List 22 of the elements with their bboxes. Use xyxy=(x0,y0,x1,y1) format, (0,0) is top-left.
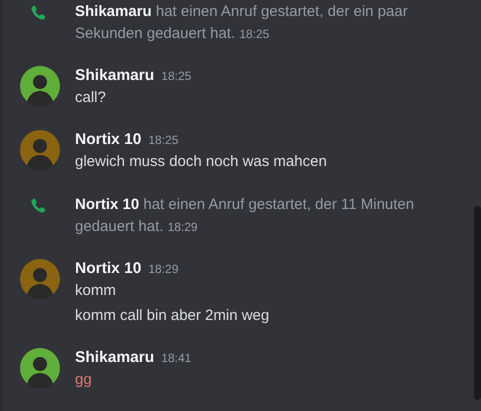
username[interactable]: Nortix 10 xyxy=(75,258,142,280)
message-text: gg xyxy=(75,370,93,390)
avatar[interactable] xyxy=(20,259,60,299)
message-text: komm xyxy=(75,281,117,301)
scrollbar-thumb[interactable] xyxy=(474,206,481,400)
call-message: Nortix 10 hat einen Anruf gestartet, der 11 Minuten gedauert hat. 18:29 xyxy=(75,195,416,237)
message-text: call? xyxy=(75,88,107,108)
avatar[interactable] xyxy=(20,130,60,170)
avatar[interactable] xyxy=(20,348,60,388)
timestamp: 18:41 xyxy=(161,350,192,367)
timestamp: 18:25 xyxy=(161,68,192,85)
avatar[interactable] xyxy=(20,66,60,106)
call-message: Shikamaru hat einen Anruf gestartet, der ein paar Sekunden gedauert hat. 18:25 xyxy=(75,2,409,44)
username[interactable]: Nortix 10 xyxy=(75,129,142,151)
phone-icon xyxy=(29,4,47,22)
username[interactable]: Shikamaru xyxy=(75,347,154,369)
timestamp: 18:29 xyxy=(148,261,178,278)
timestamp: 18:25 xyxy=(148,132,178,149)
phone-icon xyxy=(29,197,47,215)
message-text: glewich muss doch noch was mahcen xyxy=(75,152,328,172)
message-text: komm call bin aber 2min weg xyxy=(75,306,270,326)
username[interactable]: Shikamaru xyxy=(75,65,154,87)
